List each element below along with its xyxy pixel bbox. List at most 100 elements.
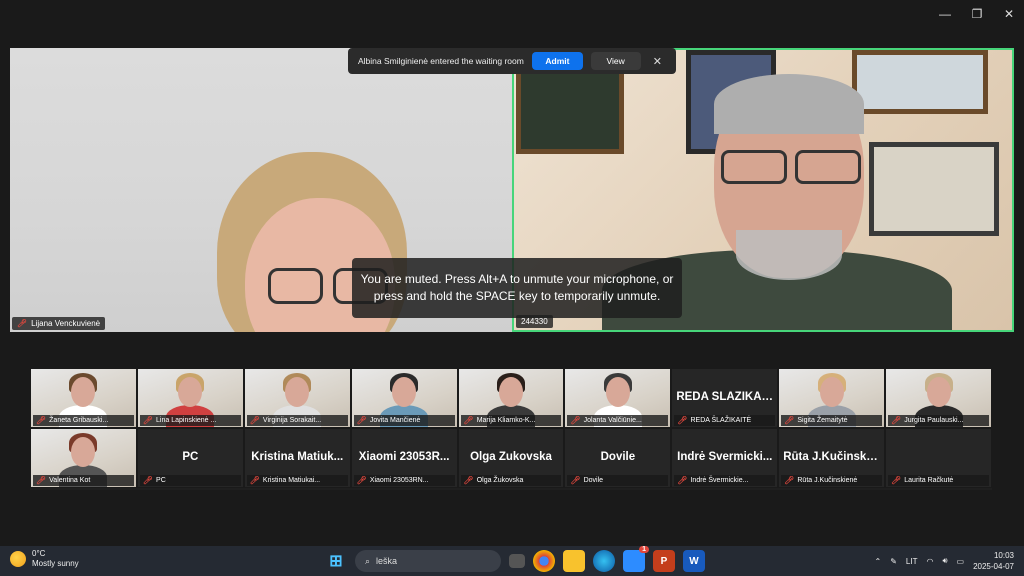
gallery-tile[interactable]: 🎤︎ Marija Kliamko-K... — [457, 368, 565, 428]
gallery-tile[interactable]: REDA ŠLAŽIKAITĖ 🎤︎ REDA ŠLAŽIKAITĖ — [671, 368, 779, 428]
participant-name-tag: 🎤︎ Žaneta Gribauski... — [33, 415, 134, 426]
wall-painting — [852, 50, 988, 114]
participant-name: REDA ŠLAŽIKAITĖ — [690, 417, 752, 424]
participant-name: Jovita Mančienė — [369, 417, 421, 424]
participant-display-name: REDA ŠLAŽIKAITĖ — [676, 391, 778, 403]
gallery-tile[interactable]: 🎤︎ Jurgita Paulauski... — [885, 368, 992, 428]
participant-name-tag: 🎤︎ Xiaomi 23053RN... — [353, 475, 455, 486]
search-text: leška — [376, 556, 398, 566]
wifi-icon[interactable]: ◠ — [926, 557, 933, 566]
gallery-tile[interactable]: 🎤︎ Jovita Mančienė — [350, 368, 458, 428]
participant-face — [285, 377, 310, 407]
weather-widget[interactable]: 0°C Mostly sunny — [10, 549, 79, 569]
taskbar-apps: ⊞ ⌕ leška 1 P W — [325, 546, 705, 572]
word-icon[interactable]: W — [683, 550, 705, 572]
participant-name-tag: 🎤︎ Laurita Račkutė — [888, 475, 989, 486]
participant-name: Marija Kliamko-K... — [476, 417, 536, 424]
video-name-label: 244330 — [521, 317, 548, 326]
gallery-tile[interactable]: 🎤︎ Virginija Sorakait... — [243, 368, 351, 428]
gallery-strip: 🎤︎ Žaneta Gribauski... 🎤︎ Lina Lapinskienė … — [30, 368, 992, 490]
gallery-tile[interactable]: PC 🎤︎ PC — [136, 428, 244, 488]
task-view-icon[interactable] — [509, 554, 525, 568]
mic-off-icon: 🎤︎ — [784, 476, 795, 485]
participant-name: Žaneta Gribauski... — [49, 417, 109, 424]
participant-display-name: Xiaomi 23053R... — [358, 451, 450, 463]
zoom-icon[interactable]: 1 — [623, 546, 649, 572]
pen-icon[interactable]: ✎ — [890, 557, 897, 566]
participant-name: Rūta J.Kučinskienė — [797, 477, 858, 484]
gallery-tile[interactable]: Kristina Matiuk... 🎤︎ Kristina Matiukai... — [243, 428, 351, 488]
participant-face — [819, 377, 844, 407]
participant-name-tag: 🎤︎ Lina Lapinskienė ... — [139, 415, 241, 426]
minimize-button[interactable]: — — [938, 7, 952, 21]
gallery-tile[interactable]: 🎤︎ Žaneta Gribauski... — [30, 368, 137, 428]
mic-off-icon: 🎤︎ — [570, 476, 581, 485]
participant-name: Jolanta Valčiūnie... — [583, 417, 642, 424]
participant-hair — [714, 74, 864, 134]
participant-beard — [736, 230, 842, 280]
participant-name-tag: 🎤︎ Dovile — [567, 475, 669, 486]
participant-name: Jurgita Paulauski... — [904, 417, 964, 424]
notification-message: Albina Smilginienė entered the waiting r… — [358, 56, 524, 66]
participant-name-tag: 🎤︎ Marija Kliamko-K... — [460, 415, 562, 426]
gallery-tile[interactable]: 🎤︎ Jolanta Valčiūnie... — [564, 368, 672, 428]
view-button[interactable]: View — [590, 52, 641, 70]
participant-face — [605, 377, 630, 407]
participant-name-tag: 🎤︎ Virginija Sorakait... — [246, 415, 348, 426]
participant-display-name: Dovile — [600, 451, 636, 463]
gallery-tile[interactable]: Indrė Švermicki... 🎤︎ Indrė Švermickie... — [671, 428, 779, 488]
edge-icon[interactable] — [593, 550, 615, 572]
gallery-tile[interactable]: 🎤︎ Lina Lapinskienė ... — [136, 368, 244, 428]
admit-button[interactable]: Admit — [532, 52, 583, 70]
file-explorer-icon[interactable] — [563, 550, 585, 572]
muted-toast: You are muted. Press Alt+A to unmute you… — [352, 258, 682, 318]
participant-face — [71, 377, 96, 407]
mic-off-icon: 🎤︎ — [249, 416, 260, 425]
gallery-tile[interactable]: Olga Žukovska 🎤︎ Olga Žukovska — [457, 428, 565, 488]
powerpoint-icon[interactable]: P — [653, 550, 675, 572]
mic-off-icon: 🎤︎ — [677, 416, 688, 425]
battery-icon[interactable]: ▭ — [957, 557, 965, 566]
toast-line-2: press and hold the SPACE key to temporar… — [373, 289, 661, 303]
participant-name: Lina Lapinskienė ... — [156, 417, 217, 424]
language-indicator[interactable]: LIT — [906, 557, 918, 566]
gallery-tile[interactable]: 🎤︎ Sigita Žemaitytė — [778, 368, 886, 428]
participant-display-name: PC — [182, 451, 199, 463]
waiting-room-notification: Albina Smilginienė entered the waiting r… — [348, 48, 676, 74]
restore-button[interactable]: ❐ — [970, 7, 984, 21]
taskbar: 0°C Mostly sunny ⊞ ⌕ leška 1 P W ⌃ ✎ LIT… — [0, 546, 1024, 576]
gallery-tile[interactable]: Xiaomi 23053R... 🎤︎ Xiaomi 23053RN... — [350, 428, 458, 488]
participant-name: Laurita Račkutė — [904, 477, 954, 484]
video-name-label: Lijana Venckuvienė — [31, 319, 101, 328]
chevron-up-icon[interactable]: ⌃ — [875, 557, 882, 566]
participant-name-tag: 🎤︎ Sigita Žemaitytė — [781, 415, 883, 426]
speaker-icon[interactable]: 🔊︎ — [942, 556, 947, 566]
close-notification-icon[interactable]: ✕ — [649, 55, 666, 68]
participant-name-tag: 🎤︎ REDA ŠLAŽIKAITĖ — [674, 415, 776, 426]
mic-off-icon: 🎤︎ — [891, 416, 902, 425]
taskbar-search[interactable]: ⌕ leška — [355, 550, 501, 572]
gallery-tile[interactable]: Rūta J.Kučinskie... 🎤︎ Rūta J.Kučinskienė — [778, 428, 886, 488]
mic-off-icon: 🎤︎ — [17, 319, 28, 328]
window-controls: — ❐ ✕ — [938, 4, 1016, 24]
clock[interactable]: 10:03 2025-04-07 — [973, 550, 1014, 572]
participant-face — [498, 377, 523, 407]
mic-off-icon: 🎤︎ — [142, 416, 154, 425]
close-window-button[interactable]: ✕ — [1002, 7, 1016, 21]
gallery-tile[interactable]: 🎤︎ Valentina Kot — [30, 428, 137, 488]
chrome-icon[interactable] — [533, 550, 555, 572]
participant-display-name: Indrė Švermicki... — [677, 451, 773, 463]
zoom-notification-badge: 1 — [639, 546, 649, 553]
windows-start-icon[interactable]: ⊞ — [325, 550, 347, 572]
wall-painting — [869, 142, 999, 236]
mic-off-icon: 🎤︎ — [463, 416, 474, 425]
participant-name-tag: 🎤︎ Kristina Matiukai... — [246, 475, 348, 486]
clock-date: 2025-04-07 — [973, 562, 1014, 571]
participant-name-tag: 🎤︎ Valentina Kot — [33, 475, 134, 486]
participant-name: PC — [156, 477, 166, 484]
gallery-tile[interactable]: 🎤︎ Laurita Račkutė — [885, 428, 992, 488]
participant-face — [392, 377, 417, 407]
gallery-tile[interactable]: Dovile 🎤︎ Dovile — [564, 428, 672, 488]
participant-glasses — [721, 150, 861, 184]
participant-face — [926, 377, 951, 407]
